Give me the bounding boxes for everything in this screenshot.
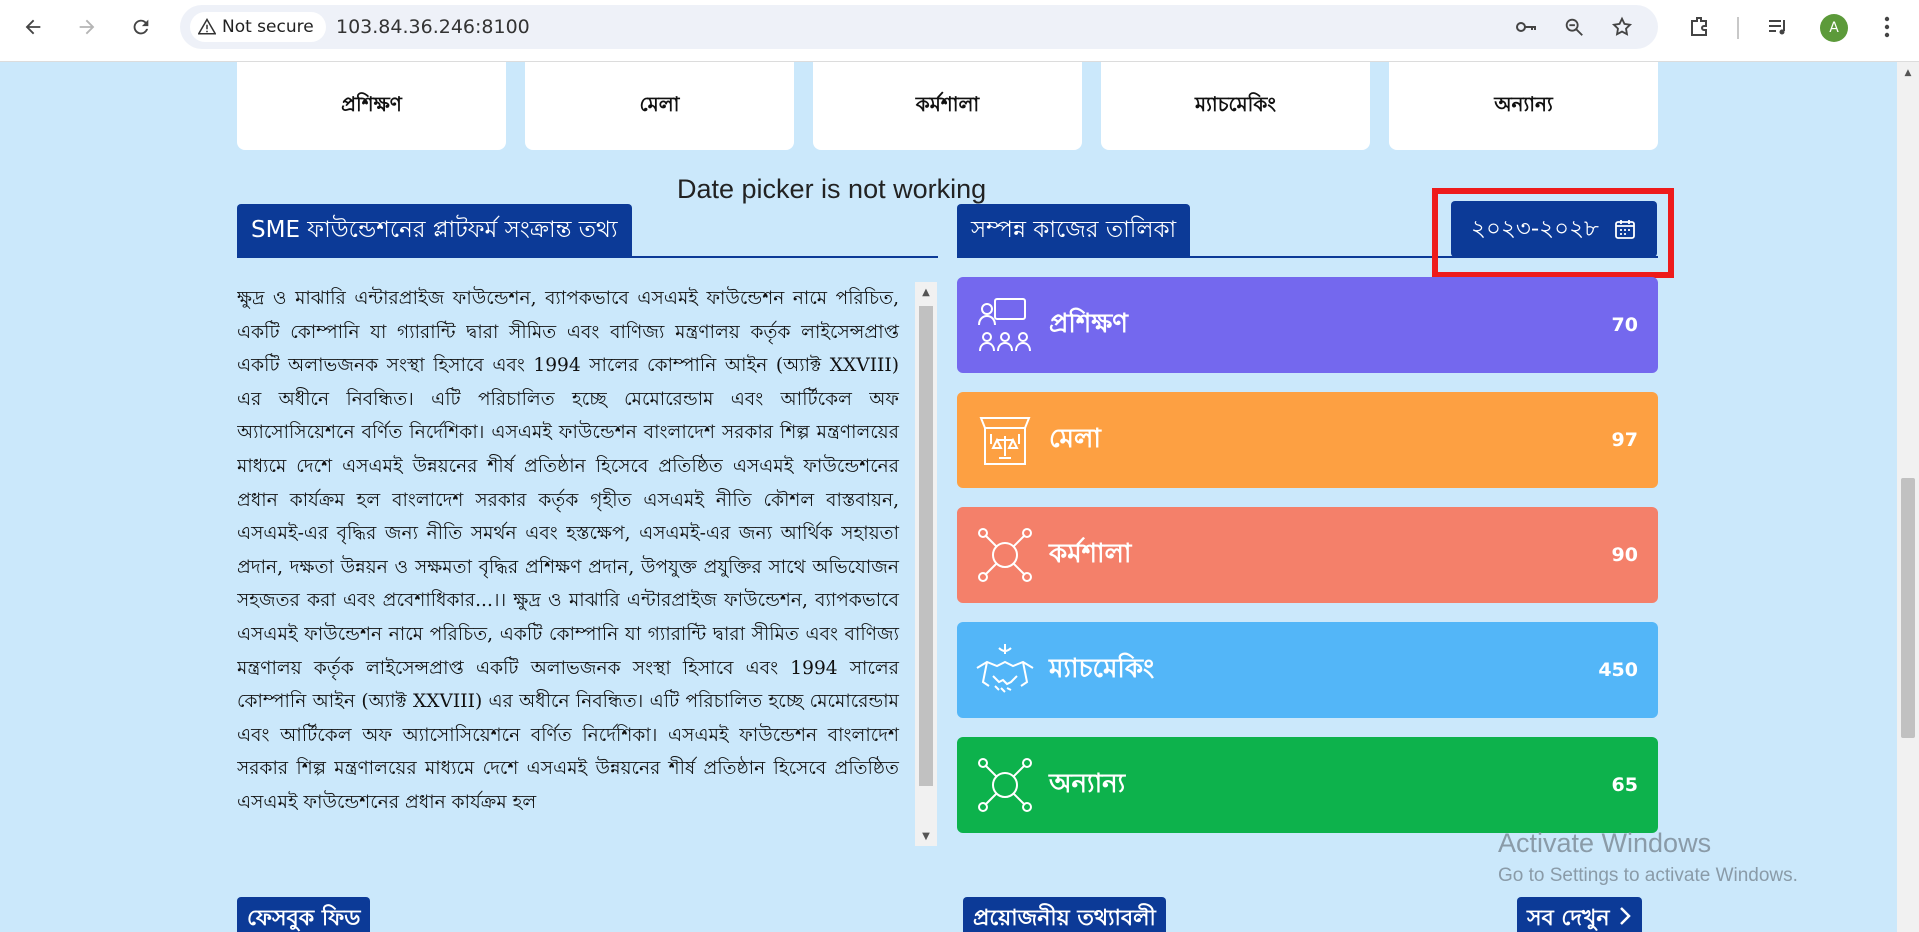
see-all-button[interactable]: সব দেখুন [1517, 897, 1642, 932]
password-key-icon[interactable] [1513, 14, 1539, 40]
fair-stall-icon [979, 417, 1031, 465]
stat-label-training: প্রশিক্ষণ [1049, 309, 1129, 339]
info-paragraph: ক্ষুদ্র ও মাঝারি এন্টারপ্রাইজ ফাউন্ডেশন,… [237, 288, 899, 813]
stat-card-matchmaking[interactable]: ম্যাচমেকিং 450 [957, 622, 1658, 718]
page-scrollbar-thumb[interactable] [1901, 478, 1915, 738]
scroll-up-arrow-icon[interactable]: ▲ [915, 282, 937, 302]
info-scrollbar[interactable]: ▲ ▼ [915, 282, 937, 846]
red-highlight-box [1432, 188, 1674, 278]
category-card-workshop[interactable]: কর্মশালা [813, 62, 1082, 150]
stat-value-matchmaking: 450 [1598, 659, 1638, 681]
zoom-icon[interactable] [1561, 14, 1587, 40]
watermark-subtitle: Go to Settings to activate Windows. [1498, 865, 1798, 886]
info-section-divider [237, 256, 938, 258]
stat-label-workshop: কর্মশালা [1049, 539, 1132, 569]
other-icon [978, 758, 1032, 812]
menu-kebab-icon[interactable] [1872, 12, 1902, 42]
extensions-icon[interactable] [1684, 12, 1714, 42]
info-text-scroll-area[interactable]: ক্ষুদ্র ও মাঝারি এন্টারপ্রাইজ ফাউন্ডেশন,… [237, 282, 938, 846]
security-chip[interactable]: Not secure [190, 12, 326, 42]
stat-card-workshop[interactable]: কর্মশালা 90 [957, 507, 1658, 603]
stat-value-training: 70 [1611, 314, 1638, 336]
page-scrollbar[interactable]: ▲ [1897, 62, 1919, 932]
url-text[interactable]: 103.84.36.246:8100 [336, 16, 530, 38]
category-card-training[interactable]: প্রশিক্ষণ [237, 62, 506, 150]
stat-value-fair: 97 [1611, 429, 1638, 451]
security-label: Not secure [222, 17, 314, 37]
info-section-title: SME ফাউন্ডেশনের প্লাটফর্ম সংক্রান্ত তথ্য [237, 204, 632, 257]
address-bar[interactable]: Not secure 103.84.36.246:8100 [180, 5, 1658, 49]
stat-card-training[interactable]: প্রশিক্ষণ 70 [957, 277, 1658, 373]
handshake-icon [976, 644, 1034, 693]
forward-button[interactable] [71, 11, 103, 43]
workshop-icon [978, 528, 1032, 582]
info-scrollbar-thumb[interactable] [919, 306, 933, 786]
stat-label-fair: মেলা [1049, 424, 1101, 454]
forward-arrow-icon [79, 19, 95, 35]
profile-avatar[interactable]: A [1820, 14, 1848, 42]
toolbar-separator [1737, 17, 1739, 39]
back-button[interactable] [17, 11, 49, 43]
media-control-icon[interactable] [1763, 12, 1793, 42]
see-all-label: সব দেখুন [1527, 906, 1610, 931]
stat-value-workshop: 90 [1611, 544, 1638, 566]
reload-icon [133, 19, 149, 35]
category-card-fair[interactable]: মেলা [525, 62, 794, 150]
scroll-down-arrow-icon[interactable]: ▼ [915, 826, 937, 846]
necessary-info-title: প্রয়োজনীয় তথ্যাবলী [963, 897, 1166, 932]
stat-label-matchmaking: ম্যাচমেকিং [1049, 654, 1155, 684]
stat-label-other: অন্যান্য [1049, 769, 1126, 799]
stat-card-other[interactable]: অন্যান্য 65 [957, 737, 1658, 833]
training-icon [978, 298, 1031, 352]
annotation-note: Date picker is not working [677, 174, 987, 204]
stat-card-fair[interactable]: মেলা 97 [957, 392, 1658, 488]
warning-icon [198, 18, 216, 35]
reload-button[interactable] [125, 11, 157, 43]
stat-value-other: 65 [1611, 774, 1638, 796]
windows-activation-watermark: Activate Windows Go to Settings to activ… [1498, 828, 1798, 887]
facebook-feed-title: ফেসবুক ফিড [237, 897, 371, 932]
bookmark-star-icon[interactable] [1609, 14, 1635, 40]
chevron-right-icon [1619, 907, 1631, 925]
completed-section-title: সম্পন্ন কাজের তালিকা [957, 204, 1191, 257]
category-card-other[interactable]: অন্যান্য [1389, 62, 1658, 150]
watermark-title: Activate Windows [1498, 828, 1712, 858]
page-scroll-up-arrow-icon[interactable]: ▲ [1897, 68, 1919, 82]
category-card-matchmaking[interactable]: ম্যাচমেকিং [1101, 62, 1370, 150]
back-arrow-icon [25, 19, 41, 35]
browser-toolbar: Not secure 103.84.36.246:8100 A [0, 0, 1919, 62]
